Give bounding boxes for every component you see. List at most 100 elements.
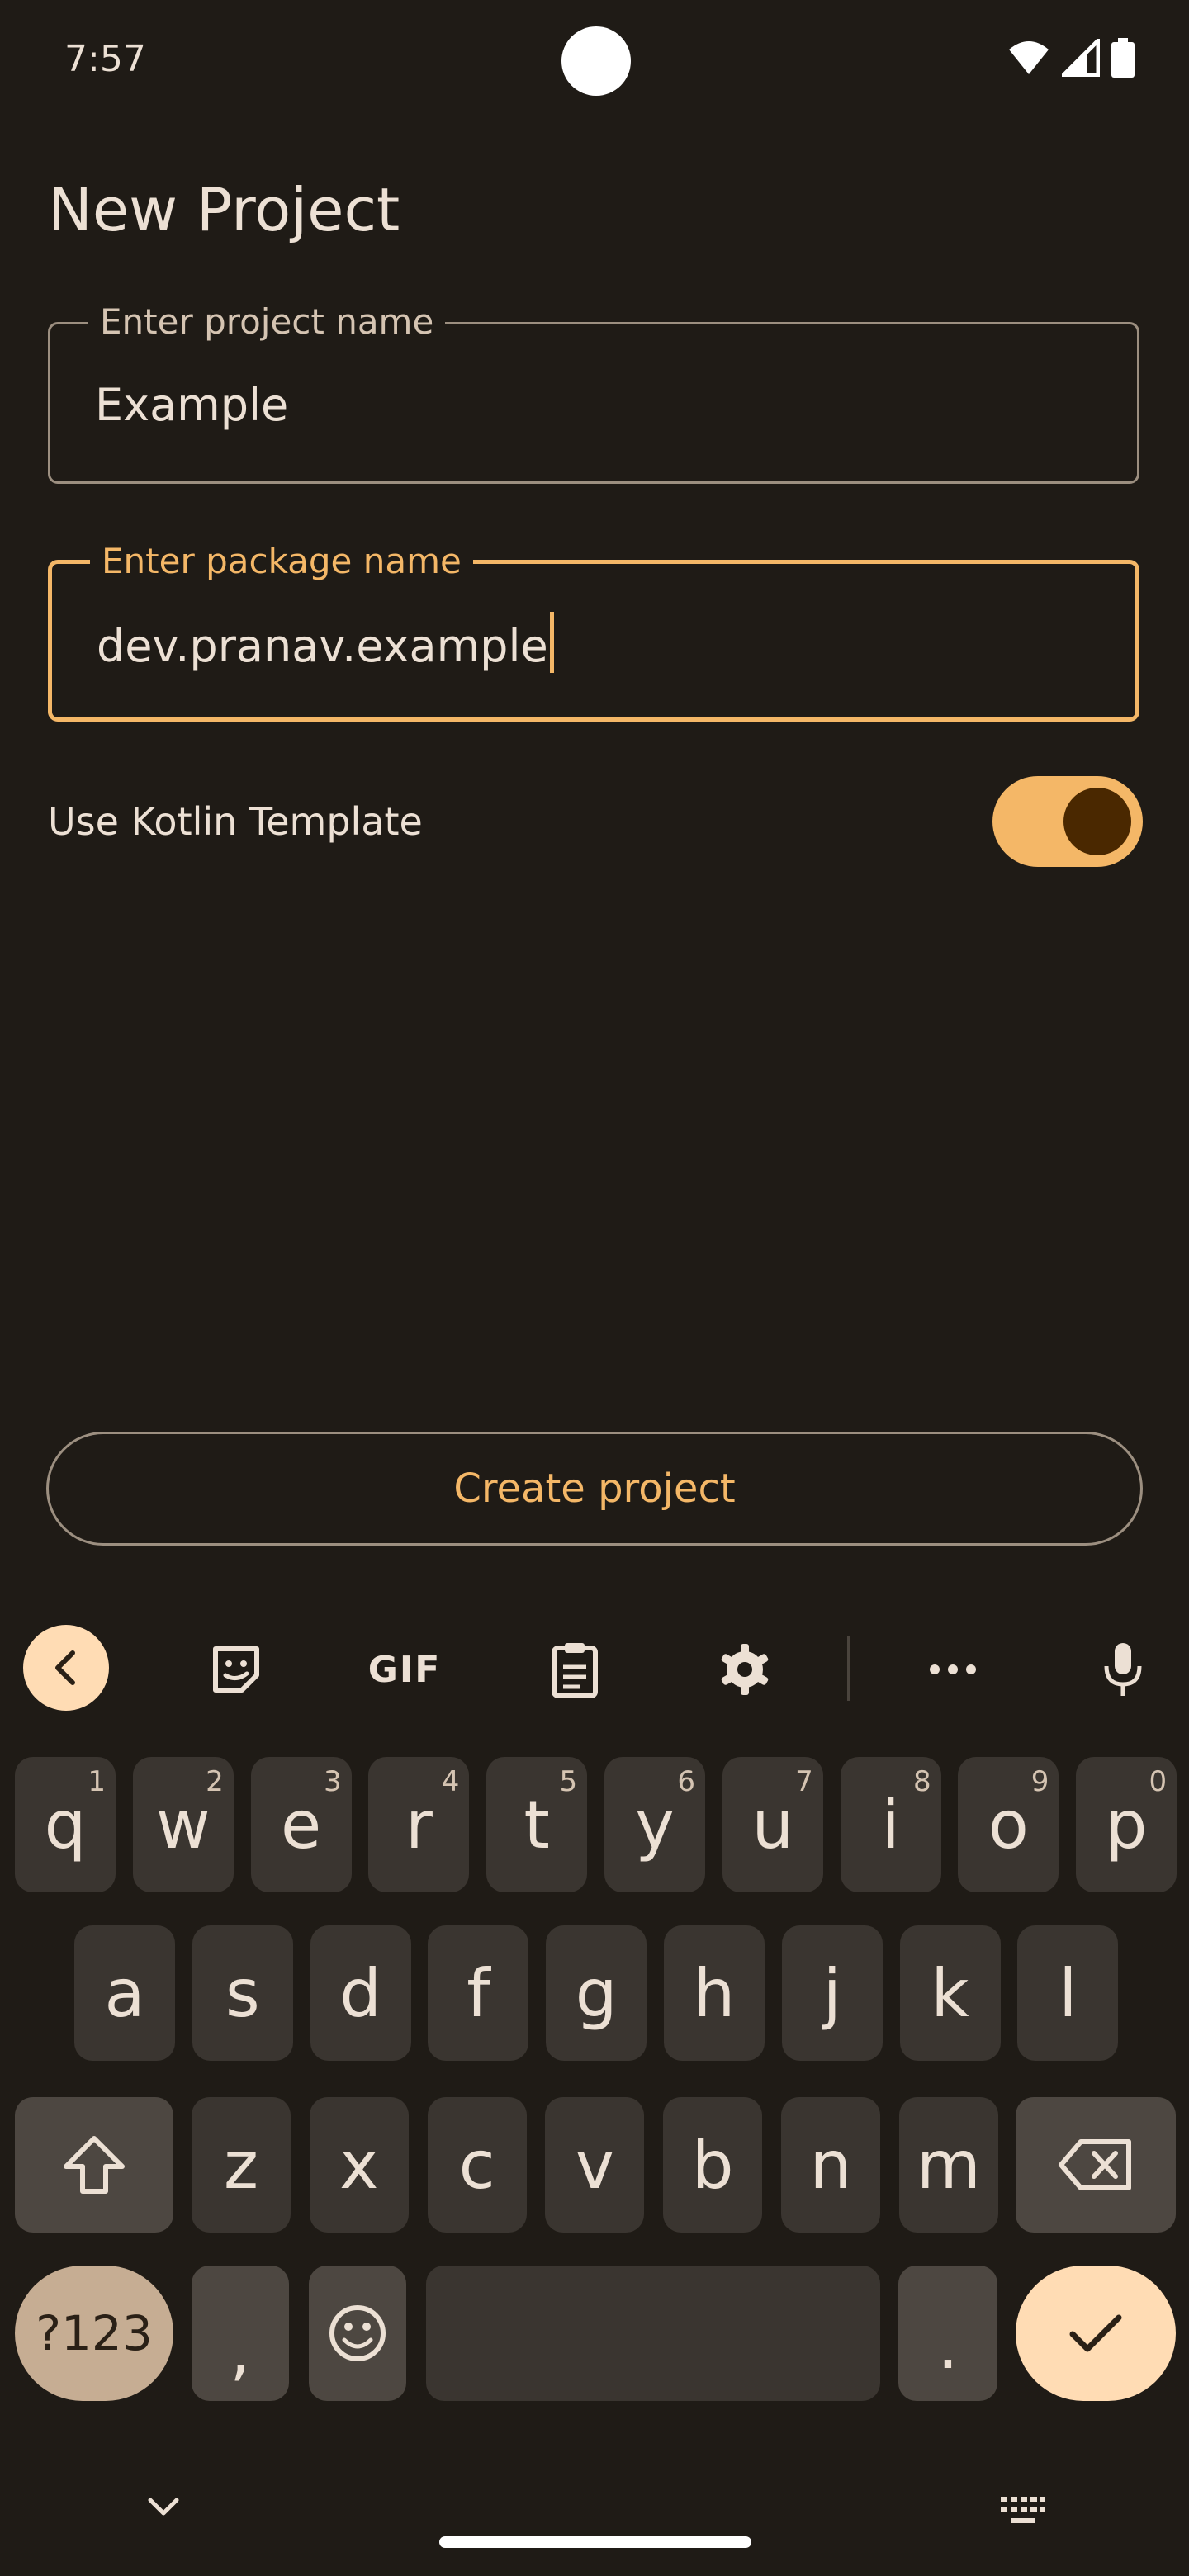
comma-key[interactable]: , <box>192 2266 289 2401</box>
key-i[interactable]: i8 <box>840 1757 941 1892</box>
keyboard: GIF ?123 , . q 1 w 2 e 3 r 4 t 5 y 6 u 7… <box>0 1595 1189 2576</box>
key-hint-number: 4 <box>441 1765 460 1798</box>
key-label: c <box>458 2126 495 2204</box>
gif-label: GIF <box>367 1648 442 1691</box>
create-project-button[interactable]: Create project <box>46 1432 1143 1546</box>
camera-cutout <box>561 26 631 96</box>
period-key-label: . <box>937 2306 959 2384</box>
emoji-key[interactable] <box>309 2266 406 2401</box>
project-name-label: Enter project name <box>88 301 446 342</box>
key-o[interactable]: o9 <box>958 1757 1059 1892</box>
kotlin-template-switch[interactable] <box>992 776 1143 867</box>
key-label: o <box>988 1786 1029 1863</box>
status-icons <box>1007 38 1135 78</box>
project-name-field[interactable]: Enter project name Example <box>48 301 1139 484</box>
signal-icon <box>1062 39 1100 77</box>
key-p[interactable]: p0 <box>1076 1757 1177 1892</box>
key-label: b <box>691 2126 734 2204</box>
backspace-icon <box>1059 2139 1131 2190</box>
package-name-label: Enter package name <box>90 541 473 581</box>
keyboard-switch-button[interactable] <box>999 2495 1047 2528</box>
key-g[interactable]: g <box>546 1925 647 2061</box>
key-label: i <box>881 1786 900 1863</box>
key-q[interactable]: q1 <box>15 1757 116 1892</box>
key-label: a <box>104 1954 145 2032</box>
key-c[interactable]: c <box>427 2097 527 2233</box>
microphone-icon <box>1104 1643 1142 1696</box>
key-u[interactable]: u7 <box>722 1757 823 1892</box>
key-hint-number: 9 <box>1030 1765 1049 1798</box>
key-m[interactable]: m <box>898 2097 998 2233</box>
package-name-value: dev.pranav.example <box>97 620 548 672</box>
key-label: p <box>1105 1786 1148 1863</box>
sticker-button[interactable] <box>195 1628 277 1711</box>
clipboard-button[interactable] <box>533 1628 616 1711</box>
key-a[interactable]: a <box>74 1925 175 2061</box>
toolbar-back-button[interactable] <box>23 1625 109 1711</box>
key-s[interactable]: s <box>192 1925 293 2061</box>
period-key[interactable]: . <box>898 2266 997 2401</box>
status-time: 7:57 <box>64 38 146 80</box>
key-label: w <box>156 1786 211 1863</box>
package-name-value-wrap: dev.pranav.example <box>97 612 554 673</box>
key-b[interactable]: b <box>663 2097 763 2233</box>
emoji-smiley-icon <box>329 2305 386 2361</box>
voice-input-button[interactable] <box>1082 1628 1164 1711</box>
key-j[interactable]: j <box>781 1925 883 2061</box>
hide-keyboard-button[interactable] <box>145 2495 182 2523</box>
key-w[interactable]: w2 <box>132 1757 234 1892</box>
key-y[interactable]: y6 <box>604 1757 705 1892</box>
key-v[interactable]: v <box>545 2097 645 2233</box>
kotlin-switch-label: Use Kotlin Template <box>48 799 423 844</box>
settings-button[interactable] <box>703 1628 786 1711</box>
key-k[interactable]: k <box>899 1925 1001 2061</box>
key-label: d <box>339 1954 381 2032</box>
key-label: s <box>225 1954 260 2032</box>
key-label: x <box>339 2126 379 2204</box>
key-label: g <box>575 1954 618 2032</box>
space-key[interactable] <box>426 2266 880 2401</box>
key-label: k <box>931 1954 969 2032</box>
keyboard-toolbar: GIF <box>0 1595 1189 1740</box>
settings-gear-icon <box>721 1644 769 1695</box>
key-hint-number: 8 <box>912 1765 931 1798</box>
key-l[interactable]: l <box>1017 1925 1119 2061</box>
backspace-key[interactable] <box>1016 2097 1176 2233</box>
key-label: l <box>1059 1954 1078 2032</box>
key-e[interactable]: e3 <box>250 1757 352 1892</box>
shift-key[interactable] <box>15 2097 173 2233</box>
key-f[interactable]: f <box>428 1925 529 2061</box>
enter-key[interactable] <box>1016 2266 1176 2401</box>
key-label: j <box>822 1954 841 2032</box>
key-label: u <box>751 1786 794 1863</box>
key-h[interactable]: h <box>664 1925 765 2061</box>
key-label: y <box>635 1786 675 1863</box>
key-r[interactable]: r4 <box>368 1757 470 1892</box>
key-d[interactable]: d <box>310 1925 411 2061</box>
key-z[interactable]: z <box>192 2097 291 2233</box>
key-x[interactable]: x <box>309 2097 409 2233</box>
switch-thumb <box>1063 788 1131 855</box>
key-label: f <box>467 1954 490 2032</box>
key-label: q <box>44 1786 87 1863</box>
comma-key-label: , <box>230 2311 251 2389</box>
key-hint-number: 1 <box>88 1765 106 1798</box>
home-indicator[interactable] <box>439 2536 751 2548</box>
gif-button[interactable]: GIF <box>363 1628 446 1711</box>
project-name-value: Example <box>95 379 289 431</box>
key-label: e <box>280 1786 322 1863</box>
key-hint-number: 6 <box>677 1765 695 1798</box>
key-n[interactable]: n <box>781 2097 880 2233</box>
checkmark-icon <box>1069 2314 1122 2352</box>
package-name-field[interactable]: Enter package name dev.pranav.example <box>48 541 1139 722</box>
toolbar-divider <box>847 1636 850 1701</box>
page-title: New Project <box>48 175 400 244</box>
key-hint-number: 5 <box>559 1765 578 1798</box>
key-hint-number: 7 <box>795 1765 813 1798</box>
more-button[interactable] <box>912 1628 994 1711</box>
symbols-key[interactable]: ?123 <box>15 2266 173 2401</box>
wifi-icon <box>1009 41 1049 74</box>
key-t[interactable]: t5 <box>486 1757 588 1892</box>
key-hint-number: 0 <box>1149 1765 1168 1798</box>
key-label: h <box>693 1954 736 2032</box>
